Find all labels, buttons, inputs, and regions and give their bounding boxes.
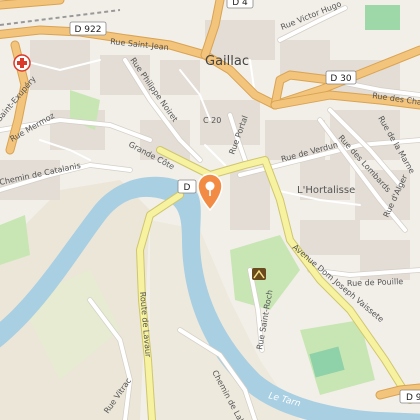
- road-shield-d4-label: D 4: [232, 0, 248, 8]
- road-shield-d922: D 922: [69, 21, 107, 36]
- road-shield-d4: D 4: [226, 0, 254, 9]
- stadium-area: [365, 5, 400, 30]
- road-shield-d30-label: D 30: [330, 74, 352, 84]
- road-shield-d-label: D: [184, 183, 191, 193]
- district-label-hortalisse: L'Hortalisse: [297, 185, 355, 196]
- road-shield-d9-label: D 9: [406, 393, 420, 403]
- map-canvas[interactable]: D 922 D 4 D 30 D D 9 C 20 Gaillac L'Hort…: [0, 0, 420, 420]
- map-svg[interactable]: D 922 D 4 D 30 D D 9 C 20 Gaillac L'Hort…: [0, 0, 420, 420]
- road-shield-d30: D 30: [325, 70, 357, 85]
- road-label-c20: C 20: [203, 116, 221, 125]
- hospital-icon[interactable]: [13, 54, 31, 72]
- road-shield-d9: D 9: [399, 389, 420, 404]
- picnic-icon[interactable]: [252, 268, 266, 280]
- road-shield-d: D: [177, 179, 197, 194]
- town-label-gaillac: Gaillac: [205, 54, 249, 69]
- road-shield-d922-label: D 922: [75, 25, 102, 35]
